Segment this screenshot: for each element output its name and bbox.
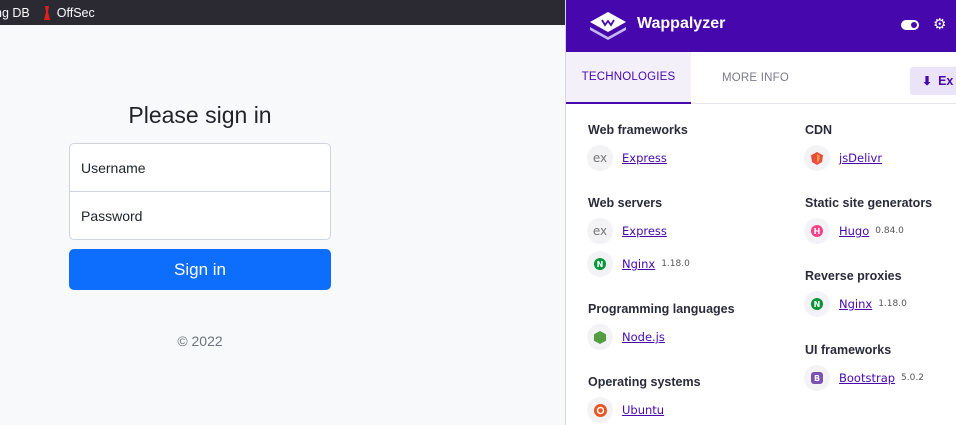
nginx-icon: N [587, 251, 613, 277]
tech-link[interactable]: Bootstrap [839, 371, 895, 385]
tech-item-bootstrap[interactable]: B Bootstrap 5.0.2 [804, 365, 924, 391]
category-operating-systems: Operating systems [588, 375, 701, 389]
category-web-servers: Web servers [588, 196, 663, 210]
tab-bar: TECHNOLOGIES MORE INFO [566, 52, 956, 104]
category-reverse-proxies: Reverse proxies [805, 269, 902, 283]
jsdelivr-icon [804, 145, 830, 171]
tech-item-jsdelivr[interactable]: jsDelivr [804, 145, 882, 171]
password-field[interactable]: Password [69, 191, 331, 240]
tech-link[interactable]: jsDelivr [839, 151, 882, 165]
category-programming-languages: Programming languages [588, 302, 735, 316]
toggle-icon[interactable] [901, 20, 919, 30]
tech-link[interactable]: Nginx [839, 297, 872, 311]
category-static-site-generators: Static site generators [805, 196, 933, 210]
tech-link[interactable]: Ubuntu [622, 403, 664, 417]
bookmark-hacking-db[interactable]: king DB [0, 6, 30, 20]
bookmarks-bar: king DB OffSec [0, 0, 565, 25]
export-button[interactable]: ⬇ Ex [910, 67, 956, 95]
hugo-icon: H [804, 218, 830, 244]
tech-link[interactable]: Express [622, 151, 667, 165]
gear-icon[interactable]: ⚙ [933, 15, 946, 35]
category-web-frameworks: Web frameworks [588, 123, 688, 137]
tech-version: 1.18.0 [878, 299, 907, 309]
tech-version: 5.0.2 [901, 373, 924, 383]
tech-version: 0.84.0 [875, 226, 904, 236]
wappalyzer-header: Wappalyzer ⚙ [566, 0, 956, 52]
tech-link[interactable]: Node.js [622, 330, 665, 344]
tech-link[interactable]: Hugo [839, 224, 869, 238]
tab-more-info[interactable]: MORE INFO [722, 52, 789, 104]
tech-item-hugo[interactable]: H Hugo 0.84.0 [804, 218, 904, 244]
category-ui-frameworks: UI frameworks [805, 343, 892, 357]
tech-item-ubuntu[interactable]: Ubuntu [587, 397, 664, 423]
sign-in-button[interactable]: Sign in [69, 249, 331, 290]
nginx-icon: N [804, 291, 830, 317]
tech-item-express[interactable]: ex Express [587, 145, 667, 171]
bookmark-label: king DB [0, 5, 30, 20]
copyright-footer: © 2022 [177, 333, 223, 349]
login-page: Please sign in Username Password Sign in… [0, 25, 565, 425]
category-cdn: CDN [805, 123, 833, 137]
tech-item-nodejs[interactable]: Node.js [587, 324, 665, 350]
username-placeholder: Username [81, 159, 146, 176]
wappalyzer-title: Wappalyzer [637, 15, 726, 32]
tech-version: 1.18.0 [661, 259, 690, 269]
offsec-icon [43, 5, 50, 20]
wappalyzer-panel: Wappalyzer ⚙ TECHNOLOGIES MORE INFO ⬇ Ex… [565, 0, 956, 425]
bookmark-offsec[interactable]: OffSec [40, 5, 95, 20]
username-field[interactable]: Username [69, 143, 331, 192]
nodejs-icon [587, 324, 613, 350]
tab-technologies[interactable]: TECHNOLOGIES [566, 52, 691, 104]
page-title: Please sign in [128, 102, 272, 128]
tech-link[interactable]: Express [622, 224, 667, 238]
password-placeholder: Password [81, 207, 143, 224]
download-icon: ⬇ [922, 74, 933, 88]
bookmark-label: OffSec [56, 5, 95, 20]
bootstrap-icon: B [804, 365, 830, 391]
tech-item-express[interactable]: ex Express [587, 218, 667, 244]
tech-item-nginx[interactable]: N Nginx 1.18.0 [587, 251, 690, 277]
tech-item-nginx[interactable]: N Nginx 1.18.0 [804, 291, 907, 317]
express-icon: ex [587, 145, 613, 171]
express-icon: ex [587, 218, 613, 244]
wappalyzer-logo-icon [590, 12, 626, 40]
tech-link[interactable]: Nginx [622, 257, 655, 271]
ubuntu-icon [587, 397, 613, 423]
export-label: Ex [938, 74, 954, 88]
